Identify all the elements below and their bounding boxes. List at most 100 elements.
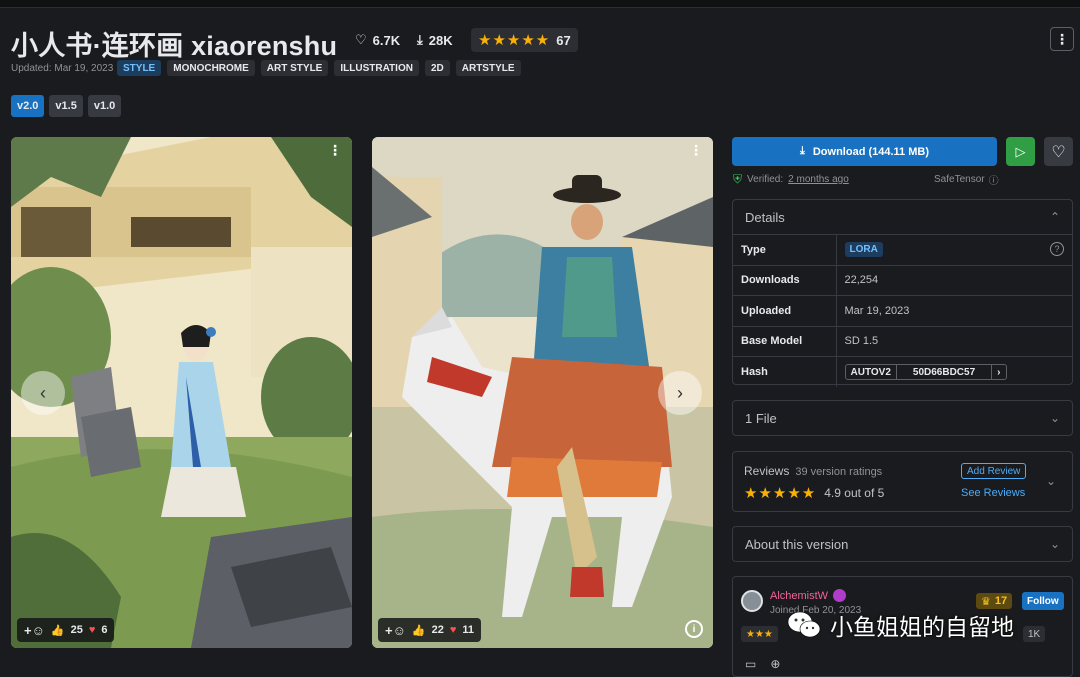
download-icon: ⤓ xyxy=(799,145,805,157)
thumbs-count: 25 xyxy=(70,624,83,636)
see-reviews-link[interactable]: See Reviews xyxy=(961,487,1025,499)
safetensor-label: SafeTensor ⓘ xyxy=(934,172,999,187)
top-nav-edge xyxy=(0,0,1080,8)
creator-stat-value: 1K xyxy=(1028,628,1041,640)
question-icon[interactable]: ? xyxy=(1050,242,1064,257)
image-reactions: +☺ 👍 25 ♥ 6 xyxy=(17,618,115,642)
detail-value: SD 1.5 xyxy=(836,325,1072,357)
download-icon: ⤓ xyxy=(417,32,423,47)
gamepad-icon[interactable]: ⊕ xyxy=(770,657,780,671)
chevron-right-icon[interactable]: › xyxy=(992,365,1005,379)
heart-outline-icon: ♡ xyxy=(355,32,367,47)
files-title: 1 File xyxy=(745,410,777,426)
tag-2d[interactable]: 2D xyxy=(424,60,450,76)
avatar[interactable] xyxy=(741,590,763,612)
kebab-icon: ⋮ xyxy=(1055,30,1069,47)
reviews-panel: Reviews 39 version ratings ★★★★★ 4.9 out … xyxy=(732,451,1073,512)
detail-key: Type xyxy=(733,234,837,265)
next-image-button[interactable]: › xyxy=(658,371,702,415)
detail-key: Hash xyxy=(733,356,837,387)
table-row: Hash AUTOV2 50D66BDC57 › xyxy=(733,356,1072,387)
files-header[interactable]: 1 File ⌄ xyxy=(733,401,1072,435)
watermark-text: 小鱼姐姐的自留地 xyxy=(830,614,1014,640)
likes-stat[interactable]: ♡ 6.7K xyxy=(348,28,407,52)
about-header[interactable]: About this version ⌄ xyxy=(733,527,1072,561)
version-button-v2[interactable]: v2.0 xyxy=(11,95,45,117)
add-review-button[interactable]: Add Review xyxy=(961,463,1027,479)
video-icon[interactable]: ▭ xyxy=(745,657,756,671)
reviews-heading: Reviews 39 version ratings xyxy=(744,464,882,478)
thumbs-count: 22 xyxy=(431,624,444,636)
detail-key: Uploaded xyxy=(733,295,837,326)
chevron-down-icon[interactable]: ⌄ xyxy=(1046,474,1056,488)
image-info-icon[interactable]: i xyxy=(685,620,703,638)
about-title: About this version xyxy=(745,536,849,552)
play-icon: ▷ xyxy=(1015,143,1026,159)
download-button[interactable]: ⤓ Download (144.11 MB) xyxy=(732,137,997,166)
heart-outline-icon: ♡ xyxy=(1051,143,1066,161)
table-row: Uploaded Mar 19, 2023 xyxy=(733,295,1072,326)
tag-monochrome[interactable]: MONOCHROME xyxy=(167,60,255,76)
thumbs-up-icon[interactable]: 👍 xyxy=(412,624,426,637)
creator-stars-icon: ★★★ xyxy=(746,628,773,640)
chevron-up-icon: ⌃ xyxy=(1049,210,1060,224)
add-reaction-icon[interactable]: +☺ xyxy=(385,623,406,638)
prev-image-button[interactable]: ‹ xyxy=(21,371,65,415)
creator-name[interactable]: AlchemistW xyxy=(770,590,828,602)
verified-time[interactable]: 2 months ago xyxy=(788,174,849,185)
safetensor-text: SafeTensor xyxy=(934,174,985,185)
hash-box[interactable]: AUTOV2 50D66BDC57 › xyxy=(844,364,1007,380)
wechat-icon xyxy=(787,611,821,638)
crown-count: 17 xyxy=(994,595,1008,607)
run-button[interactable]: ▷ xyxy=(1006,137,1035,166)
gallery-image-1[interactable]: ⋮ ‹ +☺ 👍 25 ♥ 6 xyxy=(11,137,352,648)
detail-key: Downloads xyxy=(733,264,837,296)
tag-style[interactable]: STYLE xyxy=(117,60,162,76)
downloads-stat: ⤓ 28K xyxy=(410,28,460,52)
heart-icon[interactable]: ♥ xyxy=(450,624,457,636)
version-button-v1[interactable]: v1.0 xyxy=(87,95,122,117)
favorite-button[interactable]: ♡ xyxy=(1044,137,1073,166)
reviews-score: ★★★★★ 4.9 out of 5 xyxy=(744,484,884,502)
thumbs-up-icon[interactable]: 👍 xyxy=(51,624,65,637)
star-rating-icon: ★★★★★ xyxy=(744,485,817,502)
rating-stat[interactable]: ★★★★★ 67 xyxy=(471,28,578,52)
creator-name-row[interactable]: AlchemistW xyxy=(770,589,847,602)
updated-date: Updated: Mar 19, 2023 xyxy=(11,63,114,74)
more-options-button[interactable]: ⋮ xyxy=(1050,27,1074,51)
detail-key: Base Model xyxy=(733,325,837,357)
tag-artstyle[interactable]: ARTSTYLE xyxy=(455,60,521,76)
details-title: Details xyxy=(745,209,785,225)
info-circle-icon[interactable]: ⓘ xyxy=(989,172,999,187)
watermark: 小鱼姐姐的自留地 xyxy=(786,608,1014,642)
details-header[interactable]: Details ⌃ xyxy=(733,200,1072,234)
files-panel[interactable]: 1 File ⌄ xyxy=(732,400,1073,436)
add-reaction-icon[interactable]: +☺ xyxy=(24,623,45,638)
hash-value[interactable]: 50D66BDC57 xyxy=(895,365,993,379)
follow-button[interactable]: Follow xyxy=(1022,592,1064,610)
about-panel[interactable]: About this version ⌄ xyxy=(732,526,1073,562)
tag-art-style[interactable]: ART STYLE xyxy=(260,60,329,76)
tag-illustration[interactable]: ILLUSTRATION xyxy=(334,60,419,76)
type-badge: LORA xyxy=(844,242,883,258)
details-panel: Details ⌃ Type LORA? Downloads 22,254 Up… xyxy=(732,199,1073,387)
creator-stat: 1K xyxy=(1023,626,1046,642)
download-label: Download (144.11 MB) xyxy=(812,145,929,158)
image-options-icon[interactable]: ⋮ xyxy=(328,143,342,157)
version-button-v1-5[interactable]: v1.5 xyxy=(49,95,83,117)
detail-value: 22,254 xyxy=(836,264,1072,296)
gallery-image-2[interactable]: ⋮ › +☺ 👍 22 ♥ 11 i xyxy=(372,137,713,648)
crown-rank: ♛ 17 xyxy=(976,593,1013,609)
table-row: Type LORA? xyxy=(733,234,1072,265)
reviews-count: 39 version ratings xyxy=(795,466,883,478)
image-options-icon[interactable]: ⋮ xyxy=(689,143,703,157)
hash-type[interactable]: AUTOV2 xyxy=(846,365,896,379)
tag-list: STYLE MONOCHROME ART STYLE ILLUSTRATION … xyxy=(117,60,521,76)
detail-value: AUTOV2 50D66BDC57 › xyxy=(836,356,1072,387)
chevron-right-icon: › xyxy=(677,382,683,403)
reviews-title: Reviews xyxy=(744,464,790,478)
heart-icon[interactable]: ♥ xyxy=(89,624,96,636)
likes-count: 6.7K xyxy=(372,32,401,48)
details-table: Type LORA? Downloads 22,254 Uploaded Mar… xyxy=(733,234,1072,387)
chevron-left-icon: ‹ xyxy=(40,382,46,403)
